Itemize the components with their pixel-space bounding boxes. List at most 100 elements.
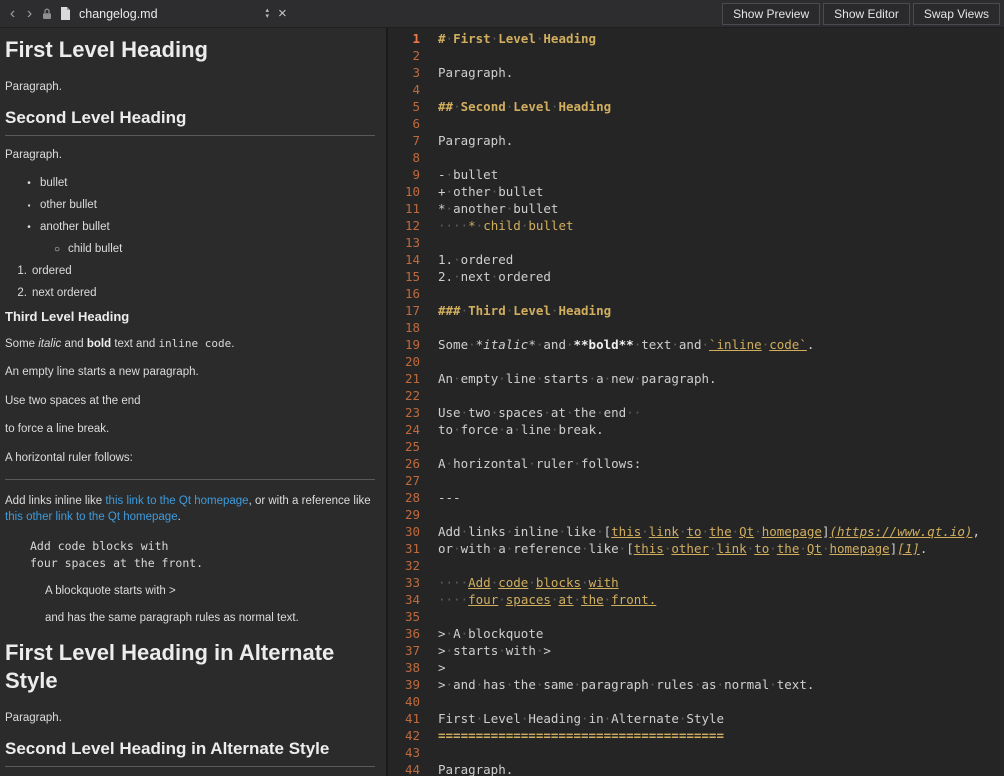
editor-line[interactable]: 19Some·*italic*·and·**bold**·text·and·`i… <box>388 336 1004 353</box>
editor-line[interactable]: 39>·and·has·the·same·paragraph·rules·as·… <box>388 676 1004 693</box>
editor-line[interactable]: 37>·starts·with·> <box>388 642 1004 659</box>
line-number[interactable]: 7 <box>388 132 424 149</box>
document-title[interactable]: changelog.md <box>79 7 158 21</box>
editor-line[interactable]: 16 <box>388 285 1004 302</box>
editor-line[interactable]: 35 <box>388 608 1004 625</box>
qt-homepage-link[interactable]: this link to the Qt homepage <box>105 495 248 507</box>
line-number[interactable]: 30 <box>388 523 424 540</box>
editor-line[interactable]: 4 <box>388 81 1004 98</box>
line-number[interactable]: 22 <box>388 387 424 404</box>
editor-line[interactable]: 20 <box>388 353 1004 370</box>
editor-line[interactable]: 11*·another·bullet <box>388 200 1004 217</box>
line-number[interactable]: 11 <box>388 200 424 217</box>
line-number[interactable]: 24 <box>388 421 424 438</box>
line-number[interactable]: 31 <box>388 540 424 557</box>
editor-line[interactable]: 22 <box>388 387 1004 404</box>
forward-icon[interactable]: › <box>21 6 38 22</box>
editor-line[interactable]: 1#·First·Level·Heading <box>388 30 1004 47</box>
editor-line[interactable]: 8 <box>388 149 1004 166</box>
editor-line[interactable]: 3Paragraph. <box>388 64 1004 81</box>
line-number[interactable]: 9 <box>388 166 424 183</box>
editor-line[interactable]: 21An·empty·line·starts·a·new·paragraph. <box>388 370 1004 387</box>
line-number[interactable]: 43 <box>388 744 424 761</box>
editor-line[interactable]: 42====================================== <box>388 727 1004 744</box>
editor-line[interactable]: 12····*·child·bullet <box>388 217 1004 234</box>
line-number[interactable]: 36 <box>388 625 424 642</box>
line-number[interactable]: 3 <box>388 64 424 81</box>
editor-line[interactable]: 141.·ordered <box>388 251 1004 268</box>
back-icon[interactable]: ‹ <box>4 6 21 22</box>
line-number[interactable]: 12 <box>388 217 424 234</box>
editor-line[interactable]: 26A·horizontal·ruler·follows: <box>388 455 1004 472</box>
line-number[interactable]: 6 <box>388 115 424 132</box>
line-number[interactable]: 38 <box>388 659 424 676</box>
editor-line[interactable]: 34····four·spaces·at·the·front. <box>388 591 1004 608</box>
line-number[interactable]: 23 <box>388 404 424 421</box>
qt-homepage-reference-link[interactable]: this other link to the Qt homepage <box>5 511 178 523</box>
line-number[interactable]: 10 <box>388 183 424 200</box>
markdown-preview-pane[interactable]: First Level Heading Paragraph. Second Le… <box>0 28 386 776</box>
editor-line[interactable]: 36>·A·blockquote <box>388 625 1004 642</box>
editor-line[interactable]: 7Paragraph. <box>388 132 1004 149</box>
editor-line[interactable]: 10+·other·bullet <box>388 183 1004 200</box>
editor-line[interactable]: 30Add·links·inline·like·[this·link·to·th… <box>388 523 1004 540</box>
editor-line[interactable]: 43 <box>388 744 1004 761</box>
line-number[interactable]: 19 <box>388 336 424 353</box>
editor-line[interactable]: 40 <box>388 693 1004 710</box>
editor-line[interactable]: 152.·next·ordered <box>388 268 1004 285</box>
editor-line[interactable]: 38> <box>388 659 1004 676</box>
editor-line[interactable]: 25 <box>388 438 1004 455</box>
line-number[interactable]: 4 <box>388 81 424 98</box>
line-number[interactable]: 33 <box>388 574 424 591</box>
editor-line[interactable]: 29 <box>388 506 1004 523</box>
line-number[interactable]: 32 <box>388 557 424 574</box>
show-editor-button[interactable]: Show Editor <box>823 3 910 25</box>
line-number[interactable]: 15 <box>388 268 424 285</box>
editor-line[interactable]: 9-·bullet <box>388 166 1004 183</box>
editor-line[interactable]: 5##·Second·Level·Heading <box>388 98 1004 115</box>
editor-line[interactable]: 23Use·two·spaces·at·the·end·· <box>388 404 1004 421</box>
markdown-source-pane[interactable]: 1#·First·Level·Heading23Paragraph.45##·S… <box>388 28 1004 776</box>
document-switcher-icon[interactable]: ▴ ▾ <box>266 8 270 19</box>
show-preview-button[interactable]: Show Preview <box>722 3 820 25</box>
editor-line[interactable]: 33····Add·code·blocks·with <box>388 574 1004 591</box>
close-document-icon[interactable]: × <box>278 5 287 22</box>
editor-line[interactable]: 28--- <box>388 489 1004 506</box>
editor-line[interactable]: 2 <box>388 47 1004 64</box>
editor-line[interactable]: 32 <box>388 557 1004 574</box>
line-number[interactable]: 21 <box>388 370 424 387</box>
editor-line[interactable]: 6 <box>388 115 1004 132</box>
line-number[interactable]: 13 <box>388 234 424 251</box>
line-number[interactable]: 28 <box>388 489 424 506</box>
line-number[interactable]: 5 <box>388 98 424 115</box>
line-number[interactable]: 40 <box>388 693 424 710</box>
line-number[interactable]: 17 <box>388 302 424 319</box>
line-number[interactable]: 14 <box>388 251 424 268</box>
line-number[interactable]: 2 <box>388 47 424 64</box>
editor-line[interactable]: 27 <box>388 472 1004 489</box>
line-number[interactable]: 34 <box>388 591 424 608</box>
editor-line[interactable]: 18 <box>388 319 1004 336</box>
editor-line[interactable]: 31or·with·a·reference·like·[this·other·l… <box>388 540 1004 557</box>
line-number[interactable]: 42 <box>388 727 424 744</box>
line-number[interactable]: 25 <box>388 438 424 455</box>
line-number[interactable]: 27 <box>388 472 424 489</box>
line-number[interactable]: 44 <box>388 761 424 776</box>
editor-line[interactable]: 41First·Level·Heading·in·Alternate·Style <box>388 710 1004 727</box>
line-number[interactable]: 39 <box>388 676 424 693</box>
line-number[interactable]: 18 <box>388 319 424 336</box>
line-number[interactable]: 26 <box>388 455 424 472</box>
line-number[interactable]: 29 <box>388 506 424 523</box>
line-number[interactable]: 41 <box>388 710 424 727</box>
editor-line[interactable]: 17###·Third·Level·Heading <box>388 302 1004 319</box>
line-number[interactable]: 8 <box>388 149 424 166</box>
editor-line[interactable]: 13 <box>388 234 1004 251</box>
line-number[interactable]: 20 <box>388 353 424 370</box>
lock-icon[interactable] <box>38 8 56 20</box>
line-number[interactable]: 37 <box>388 642 424 659</box>
swap-views-button[interactable]: Swap Views <box>913 3 1000 25</box>
line-number[interactable]: 16 <box>388 285 424 302</box>
line-number[interactable]: 35 <box>388 608 424 625</box>
line-number[interactable]: 1 <box>388 30 424 47</box>
editor-line[interactable]: 44Paragraph. <box>388 761 1004 776</box>
